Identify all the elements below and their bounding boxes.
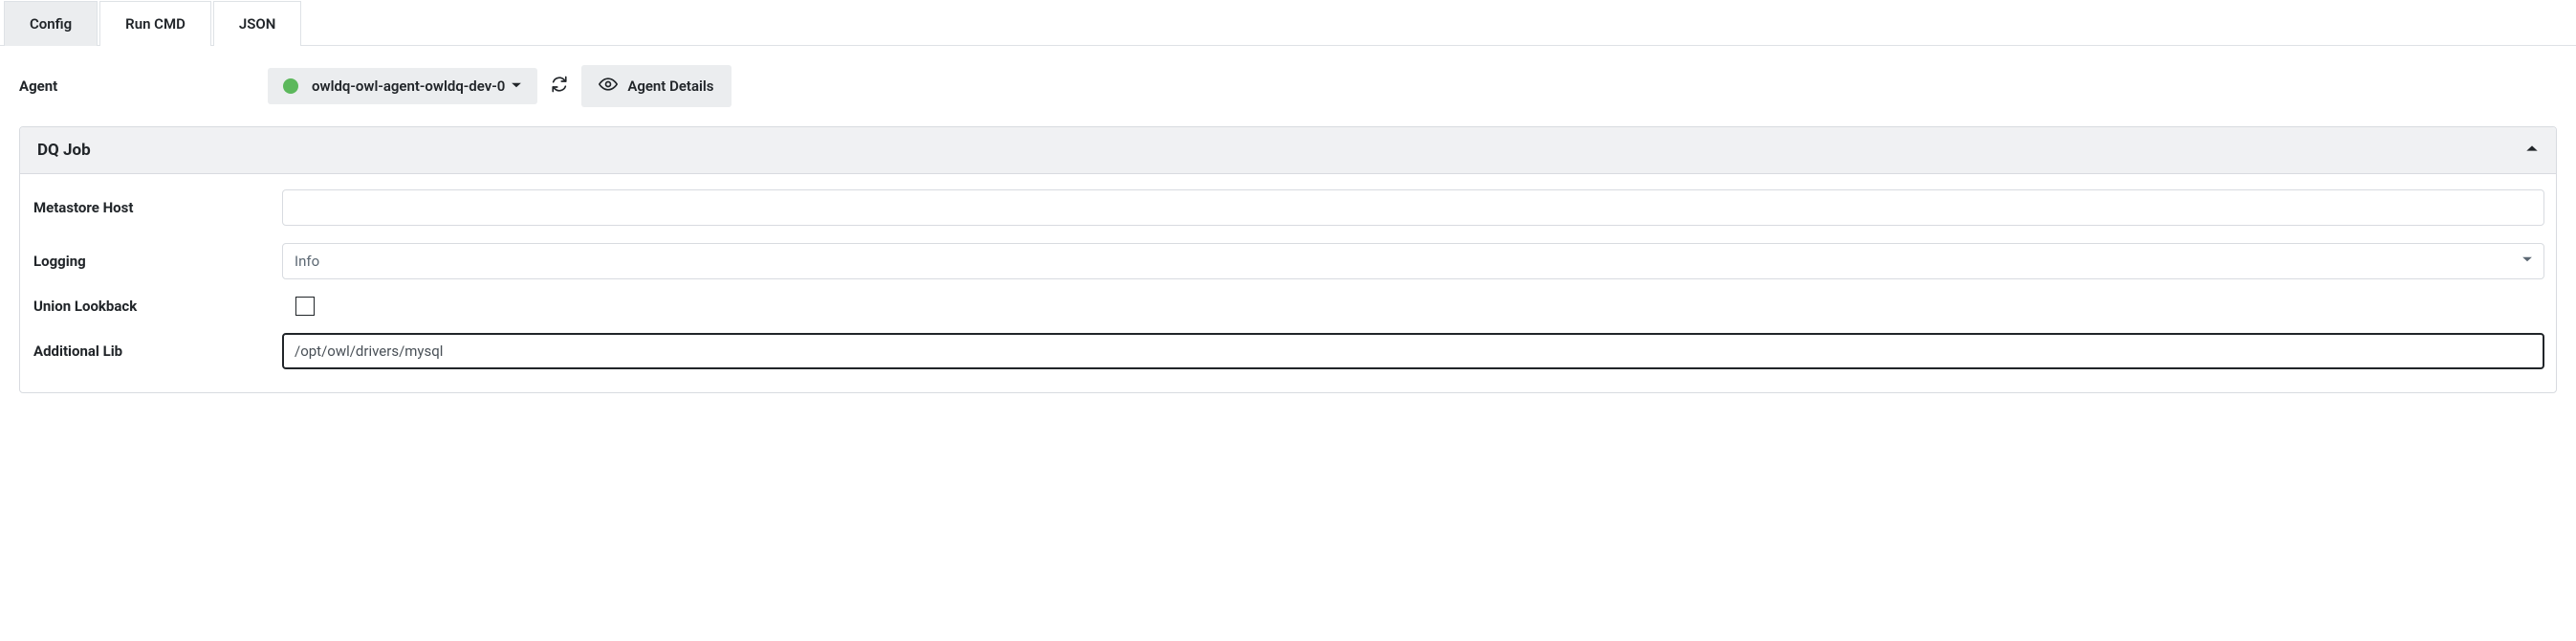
dq-job-panel-header[interactable]: DQ Job: [20, 127, 2556, 174]
agent-selector[interactable]: owldq-owl-agent-owldq-dev-0: [268, 68, 537, 104]
logging-row: Logging Info: [32, 243, 2544, 279]
logging-label: Logging: [32, 253, 282, 270]
agent-label: Agent: [19, 77, 268, 95]
tab-config[interactable]: Config: [4, 1, 98, 46]
tab-run-cmd[interactable]: Run CMD: [99, 1, 211, 46]
agent-selected-name: owldq-owl-agent-owldq-dev-0: [312, 77, 505, 95]
tab-bar: Config Run CMD JSON: [0, 0, 2576, 46]
content-area: Agent owldq-owl-agent-owldq-dev-0: [0, 46, 2576, 393]
agent-row: Agent owldq-owl-agent-owldq-dev-0: [19, 65, 2557, 107]
agent-details-button[interactable]: Agent Details: [581, 65, 731, 107]
status-dot-icon: [283, 78, 298, 94]
chevron-up-icon[interactable]: [2525, 142, 2539, 159]
logging-select[interactable]: Info: [282, 243, 2544, 279]
additional-lib-input[interactable]: [282, 333, 2544, 369]
union-lookback-row: Union Lookback: [32, 297, 2544, 316]
dq-job-title: DQ Job: [37, 141, 91, 160]
metastore-host-input[interactable]: [282, 189, 2544, 226]
dq-job-panel-body: Metastore Host Logging Info Union Lookba…: [20, 174, 2556, 392]
additional-lib-label: Additional Lib: [32, 343, 282, 360]
metastore-host-row: Metastore Host: [32, 189, 2544, 226]
union-lookback-label: Union Lookback: [32, 298, 282, 315]
agent-details-label: Agent Details: [627, 77, 713, 95]
eye-icon: [599, 75, 627, 98]
tab-json[interactable]: JSON: [213, 1, 301, 46]
refresh-button[interactable]: [537, 66, 581, 106]
refresh-icon: [551, 76, 568, 97]
chevron-down-icon: [511, 77, 522, 95]
additional-lib-row: Additional Lib: [32, 333, 2544, 369]
metastore-host-label: Metastore Host: [32, 199, 282, 216]
dq-job-panel: DQ Job Metastore Host Logging Info: [19, 126, 2557, 393]
union-lookback-checkbox[interactable]: [295, 297, 315, 316]
